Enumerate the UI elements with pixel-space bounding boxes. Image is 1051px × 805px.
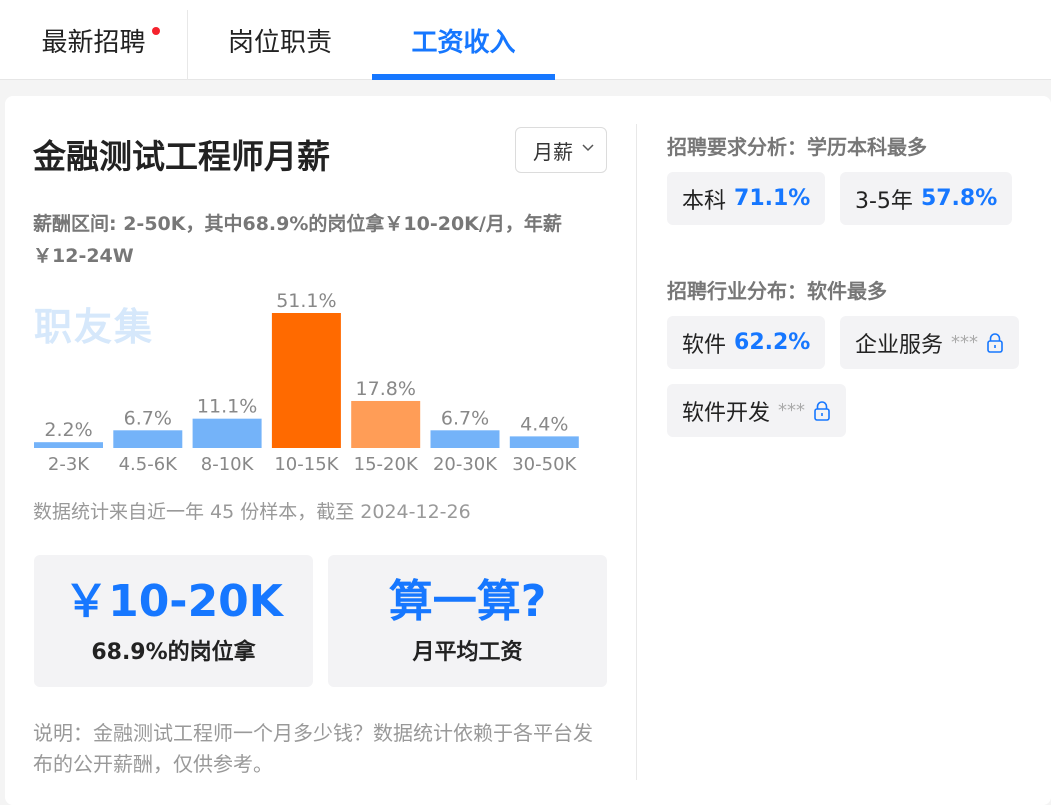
bar-value-label: 2.2%	[44, 419, 92, 441]
chip-percent: 57.8%	[920, 186, 998, 211]
disclaimer: 说明：金融测试工程师一个月多少钱？数据统计依赖于各平台发布的公开薪酬，仅供参考。	[33, 721, 593, 776]
bar-value-label: 51.1%	[276, 290, 336, 312]
lock-icon	[987, 332, 1003, 353]
bar-value-label: 6.7%	[124, 407, 172, 429]
chip-name: 软件	[682, 332, 727, 358]
chip-mask: ***	[778, 400, 806, 421]
chip-name: 本科	[682, 188, 727, 214]
page-title: 金融测试工程师月薪	[33, 137, 330, 176]
tab-bar: 最新招聘 岗位职责 工资收入	[0, 0, 1051, 80]
chip-name: 3-5年	[855, 188, 913, 214]
active-tab-indicator	[372, 74, 555, 80]
bar-value-label: 17.8%	[356, 378, 416, 400]
salary-range-label: 68.9%的岗位拿	[91, 640, 256, 665]
salary-range-box: ￥10-20K 68.9%的岗位拿	[34, 555, 313, 687]
notification-dot	[152, 27, 160, 35]
industry-chip-locked[interactable]: 企业服务 ***	[840, 316, 1020, 369]
calculate-box[interactable]: 算一算? 月平均工资	[328, 555, 607, 687]
bar-category-label: 30-50K	[512, 454, 577, 475]
bar-category-label: 10-15K	[274, 454, 339, 475]
bar-category-label: 8-10K	[201, 454, 255, 475]
bar-category-label: 15-20K	[354, 454, 419, 475]
requirements-title: 招聘要求分析：学历本科最多	[667, 135, 927, 159]
requirement-chip: 3-5年 57.8%	[840, 172, 1013, 225]
bar-category-label: 2-3K	[48, 454, 90, 475]
chip-percent: 62.2%	[734, 330, 811, 355]
bar-value-label: 11.1%	[197, 396, 257, 418]
chart-bar	[509, 436, 579, 448]
salary-distribution-chart: 2.2% 2-3K 6.7% 4.5-6K 11.1% 8-10K 51.1% 10-15K 1…	[34, 290, 579, 475]
tab-salary-income[interactable]: 工资收入	[372, 0, 555, 80]
chart-bar	[113, 430, 183, 448]
industry-chip-locked[interactable]: 软件开发 ***	[667, 384, 847, 437]
chevron-down-icon	[582, 144, 594, 152]
salary-summary: 薪酬区间: 2-50K，其中68.9%的岗位拿￥10-20K/月，年薪￥12-2…	[33, 213, 562, 267]
bar-category-label: 20-30K	[433, 454, 498, 475]
chart-bar	[351, 400, 421, 448]
bar-value-label: 4.4%	[520, 413, 568, 435]
calculate-button[interactable]: 算一算?	[389, 576, 547, 628]
tab-job-duties[interactable]: 岗位职责	[188, 0, 372, 80]
period-select[interactable]: 月薪	[515, 127, 607, 173]
bar-category-label: 4.5-6K	[119, 454, 179, 475]
tab-label: 岗位职责	[227, 27, 332, 58]
salary-range-value: ￥10-20K	[64, 576, 283, 627]
bar-value-label: 6.7%	[441, 407, 489, 429]
chip-mask: ***	[951, 332, 979, 353]
industry-chip: 软件 62.2%	[667, 316, 826, 369]
lock-icon	[814, 400, 830, 421]
column-divider	[636, 124, 637, 780]
chip-percent: 71.1%	[734, 186, 811, 211]
chip-name: 企业服务	[855, 332, 944, 358]
tab-label: 最新招聘	[41, 27, 146, 58]
sample-note: 数据统计来自近一年 45 份样本，截至 2024-12-26	[33, 501, 471, 523]
chip-name: 软件开发	[682, 400, 771, 426]
requirement-chip: 本科 71.1%	[667, 172, 826, 225]
chart-bar	[430, 430, 500, 448]
tab-label: 工资收入	[411, 27, 516, 58]
industry-title: 招聘行业分布：软件最多	[667, 279, 887, 303]
tab-latest-jobs[interactable]: 最新招聘	[0, 0, 187, 80]
monthly-average-label: 月平均工资	[412, 640, 523, 665]
period-select-value: 月薪	[533, 139, 573, 164]
chart-bar	[192, 418, 262, 448]
chart-bar	[271, 313, 341, 448]
chart-bar	[34, 442, 103, 448]
